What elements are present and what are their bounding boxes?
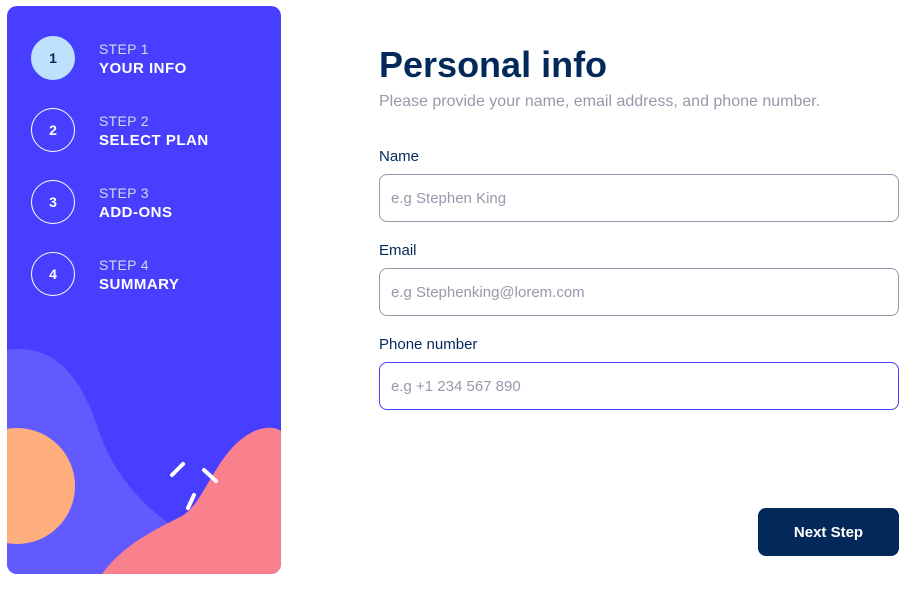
personal-info-form: Personal info Please provide your name, …: [379, 40, 899, 410]
name-input[interactable]: [379, 174, 899, 222]
step-text: STEP 2 SELECT PLAN: [99, 112, 209, 152]
step-name: ADD-ONS: [99, 204, 173, 221]
phone-input[interactable]: [379, 362, 899, 410]
step-name: SUMMARY: [99, 276, 180, 293]
step-number-badge: 2: [31, 108, 75, 152]
name-label: Name: [379, 148, 420, 165]
step-label: STEP 2: [99, 113, 149, 129]
page-title: Personal info: [379, 44, 608, 85]
step-label: STEP 1: [99, 41, 149, 57]
email-input[interactable]: [379, 268, 899, 316]
step-name: YOUR INFO: [99, 60, 187, 77]
next-step-button[interactable]: Next Step: [758, 508, 899, 556]
name-field-group: Name: [379, 148, 899, 222]
step-text: STEP 1 YOUR INFO: [99, 40, 187, 80]
step-name: SELECT PLAN: [99, 132, 209, 149]
email-label: Email: [379, 242, 417, 259]
step-number-badge: 4: [31, 252, 75, 296]
page-subtitle: Please provide your name, email address,…: [379, 93, 821, 110]
step-text: STEP 3 ADD-ONS: [99, 184, 173, 224]
step-number-badge: 3: [31, 180, 75, 224]
step-number-badge: 1: [31, 36, 75, 80]
phone-field-group: Phone number: [379, 336, 899, 410]
step-label: STEP 4: [99, 257, 149, 273]
steps-sidebar: 1 STEP 1 YOUR INFO 2 STEP 2 SELECT PLAN …: [7, 6, 281, 574]
phone-label: Phone number: [379, 336, 478, 353]
step-text: STEP 4 SUMMARY: [99, 256, 179, 296]
multi-step-form-page: 1 STEP 1 YOUR INFO 2 STEP 2 SELECT PLAN …: [0, 0, 924, 591]
email-field-group: Email: [379, 242, 899, 316]
decor-dash-1: [170, 462, 185, 477]
step-label: STEP 3: [99, 185, 149, 201]
